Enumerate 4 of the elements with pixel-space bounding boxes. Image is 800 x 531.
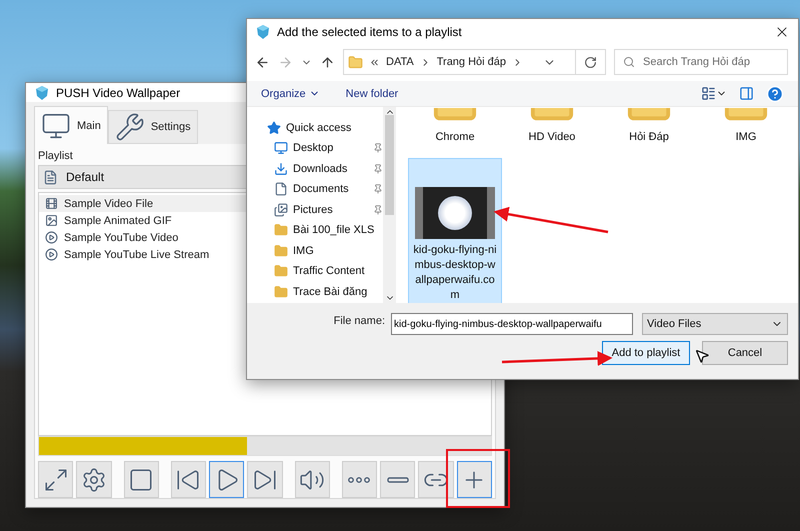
section-label: Playlist	[38, 149, 73, 164]
window-title: PUSH Video Wallpaper	[56, 86, 180, 100]
dialog-title: Add the selected items to a playlist	[277, 25, 462, 39]
field-label: File name:	[334, 314, 385, 329]
